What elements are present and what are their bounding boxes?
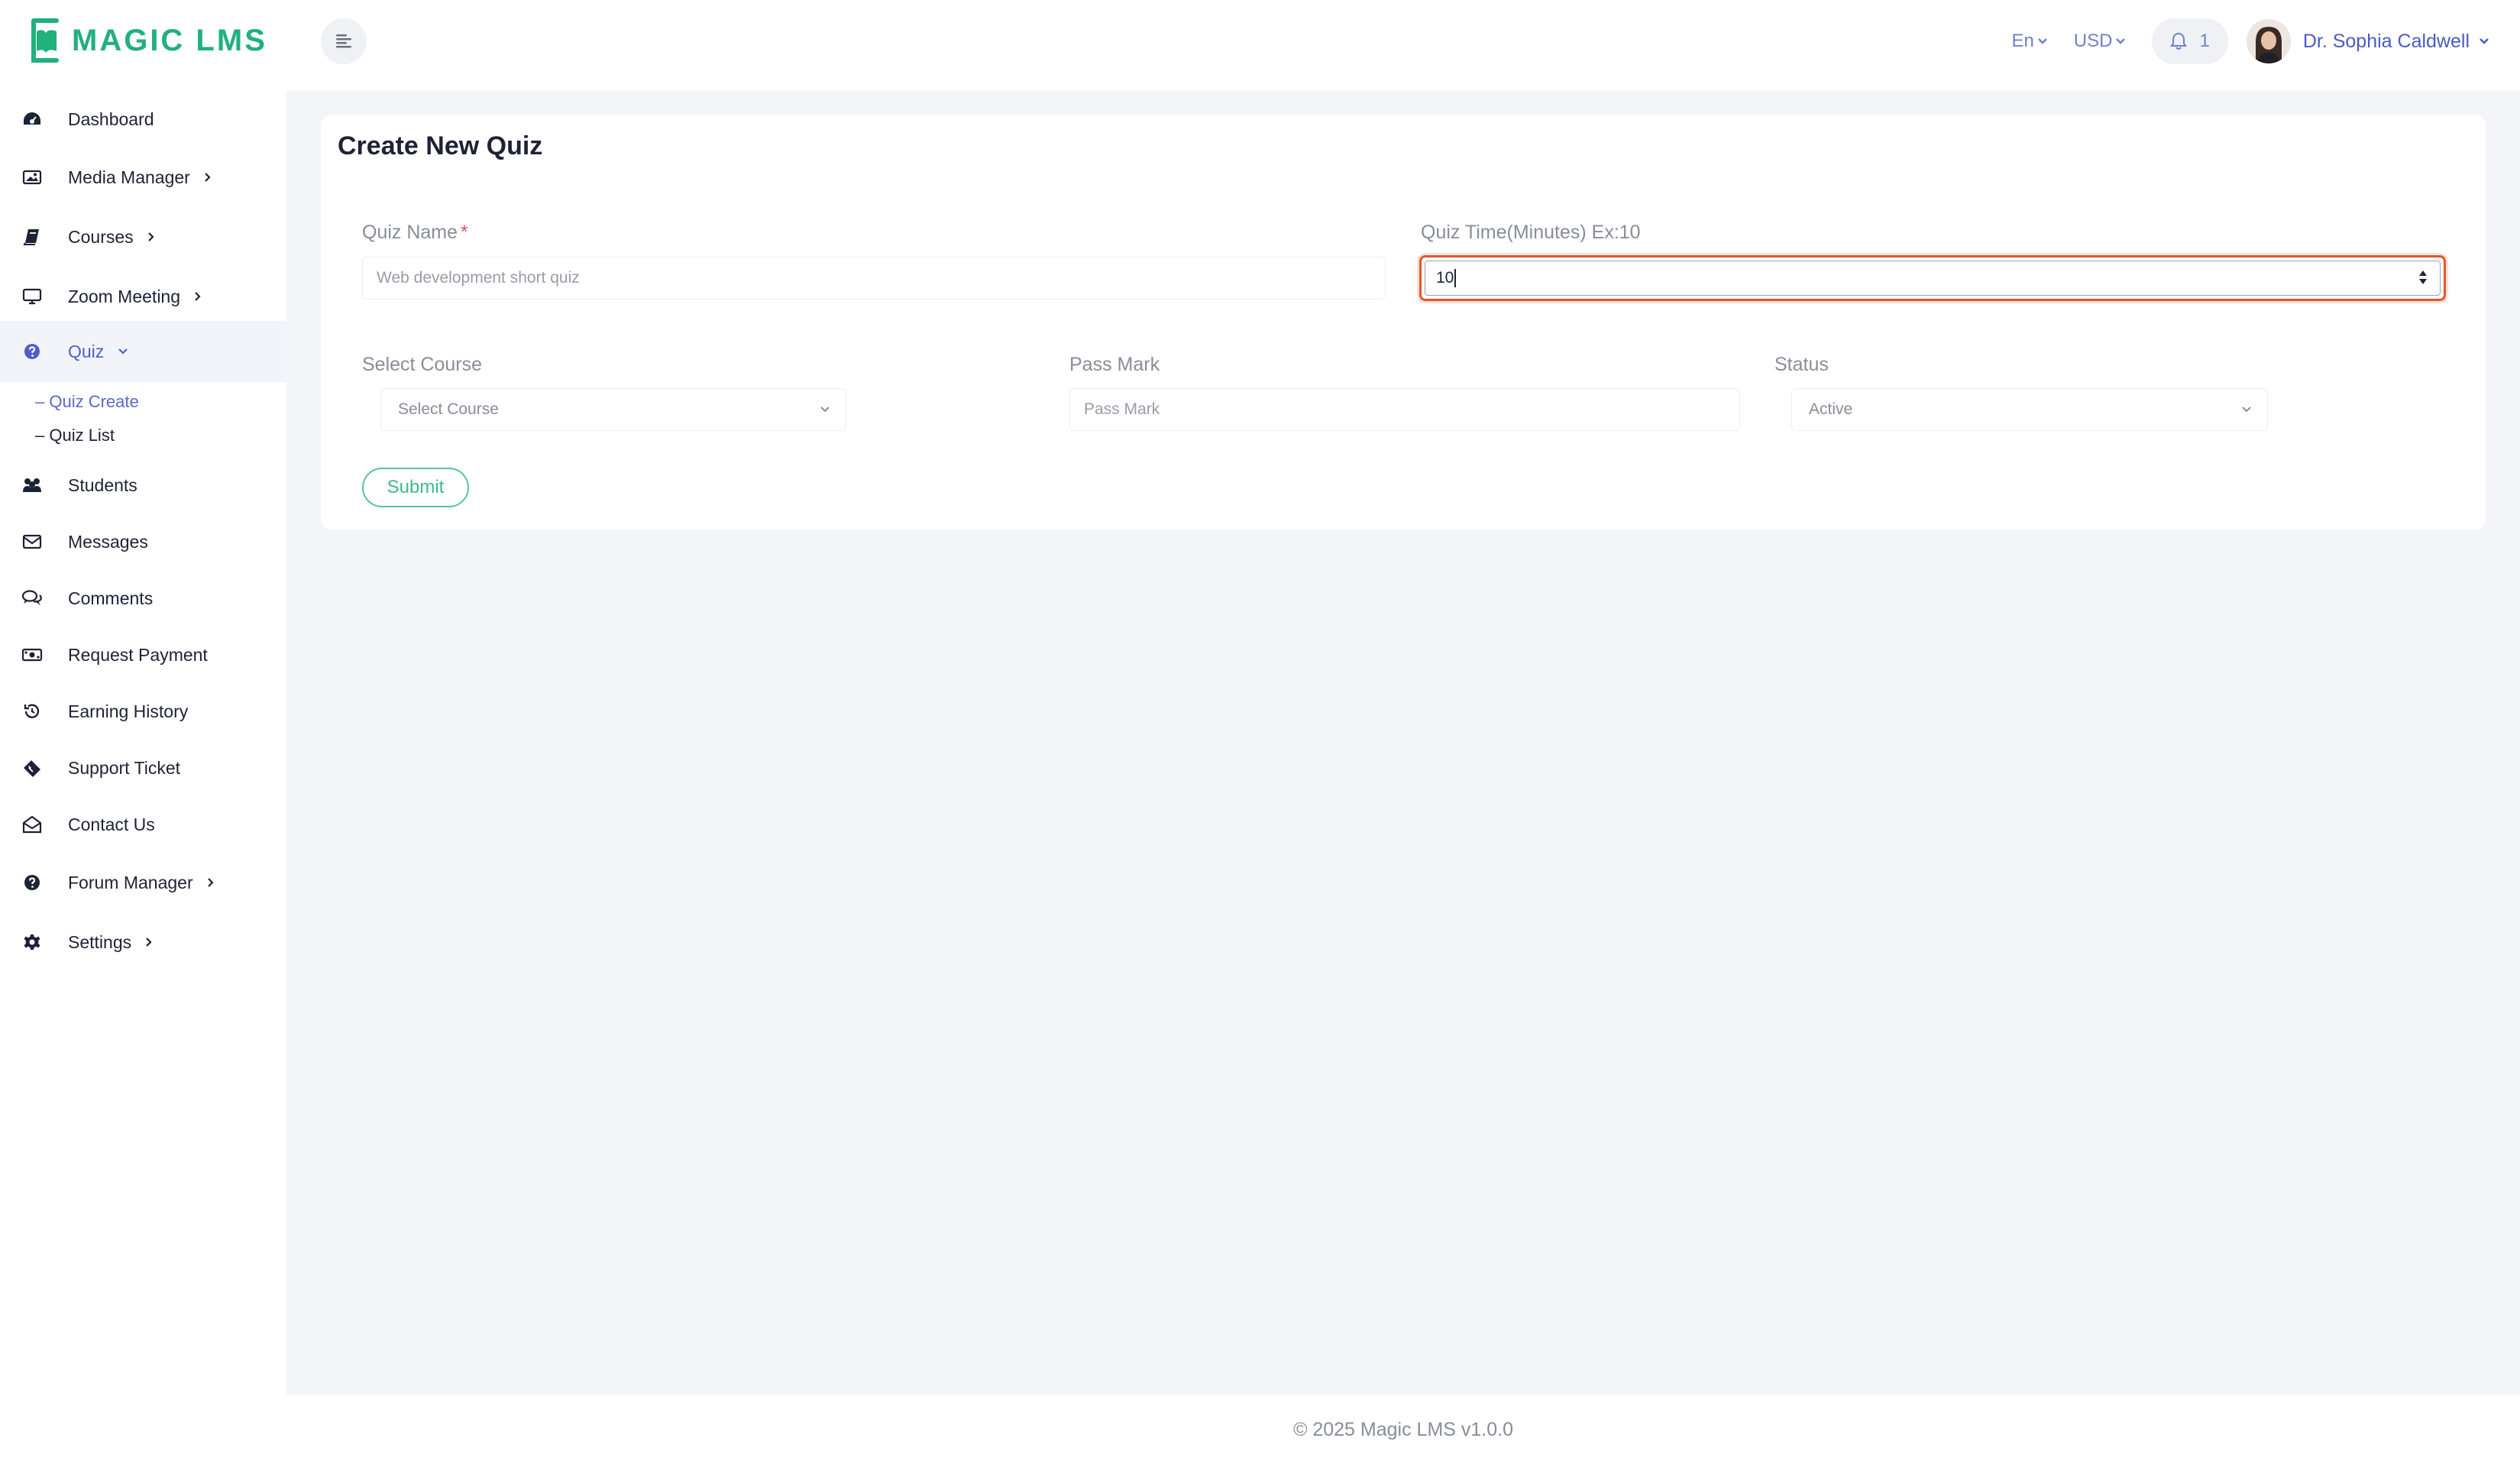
sidebar-item-label: Zoom Meeting bbox=[68, 286, 181, 306]
chevron-right-icon bbox=[207, 878, 214, 887]
top-header: MAGIC LMS En USD 1 Dr. Sophia Caldwell bbox=[0, 0, 2520, 90]
quiz-time-label: Quiz Time(Minutes) Ex:10 bbox=[1421, 222, 1641, 243]
chevron-down-icon bbox=[820, 406, 830, 413]
sidebar-item-forum-manager[interactable]: Forum Manager bbox=[0, 853, 286, 912]
course-select-value: Select Course bbox=[398, 400, 499, 418]
notifications-button[interactable]: 1 bbox=[2152, 18, 2228, 64]
required-mark: * bbox=[461, 222, 468, 243]
sidebar-item-students[interactable]: Students bbox=[0, 458, 286, 513]
spinner-arrows-icon[interactable] bbox=[2418, 268, 2428, 287]
sidebar-subitem-quiz-create[interactable]: – Quiz Create bbox=[35, 392, 139, 412]
status-label: Status bbox=[1774, 354, 1829, 375]
sidebar-item-label: Students bbox=[68, 475, 137, 495]
sidebar-item-label: Request Payment bbox=[68, 644, 208, 665]
image-icon bbox=[21, 167, 43, 188]
sidebar-item-label: Settings bbox=[68, 931, 132, 952]
copyright-text: © 2025 Magic LMS v1.0.0 bbox=[1292, 1418, 1513, 1440]
avatar bbox=[2246, 19, 2291, 63]
sidebar-item-label: Quiz bbox=[68, 341, 105, 361]
pass-mark-label: Pass Mark bbox=[1069, 354, 1160, 375]
footer: © 2025 Magic LMS v1.0.0 bbox=[286, 1395, 2520, 1464]
sidebar-item-settings[interactable]: Settings bbox=[0, 913, 286, 971]
chevron-right-icon bbox=[147, 232, 154, 241]
menu-toggle-button[interactable] bbox=[321, 18, 367, 64]
book-icon bbox=[21, 226, 43, 248]
sidebar-item-comments[interactable]: Comments bbox=[0, 571, 286, 626]
course-select[interactable]: Select Course bbox=[380, 388, 846, 431]
sidebar-subitem-quiz-list[interactable]: – Quiz List bbox=[35, 426, 115, 445]
sidebar-item-label: Messages bbox=[68, 531, 148, 552]
language-dropdown[interactable]: En bbox=[2011, 31, 2047, 52]
menu-lines-icon bbox=[336, 34, 351, 48]
money-icon bbox=[21, 644, 43, 666]
submit-button[interactable]: Submit bbox=[362, 468, 469, 507]
sidebar-item-earning-history[interactable]: Earning History bbox=[0, 684, 286, 739]
page-title: Create New Quiz bbox=[338, 131, 543, 160]
sidebar-item-media-manager[interactable]: Media Manager bbox=[0, 148, 286, 206]
language-value: En bbox=[2011, 31, 2034, 51]
sidebar-item-dashboard[interactable]: Dashboard bbox=[0, 90, 286, 148]
status-select[interactable]: Active bbox=[1791, 388, 2268, 431]
course-label: Select Course bbox=[362, 354, 483, 375]
pass-mark-input[interactable] bbox=[1069, 388, 1740, 431]
bell-icon bbox=[2170, 32, 2188, 50]
users-icon bbox=[21, 475, 43, 496]
ticket-icon bbox=[21, 757, 43, 779]
notification-count: 1 bbox=[2199, 31, 2210, 51]
quiz-name-input[interactable] bbox=[362, 257, 1386, 300]
sidebar: Dashboard Media Manager Courses Zoom Mee… bbox=[0, 90, 286, 1464]
chevron-down-icon bbox=[2242, 406, 2251, 413]
sidebar-item-request-payment[interactable]: Request Payment bbox=[0, 627, 286, 682]
question-circle-icon bbox=[21, 872, 43, 893]
sidebar-item-label: Support Ticket bbox=[68, 757, 181, 778]
sidebar-item-zoom-meeting[interactable]: Zoom Meeting bbox=[0, 267, 286, 326]
quiz-time-input[interactable]: 10 bbox=[1419, 255, 2446, 301]
chevron-down-icon bbox=[2480, 38, 2489, 44]
dashboard-icon bbox=[21, 109, 43, 130]
chevron-right-icon bbox=[195, 292, 201, 301]
envelope-icon bbox=[21, 531, 43, 552]
quiz-time-value: 10 bbox=[1436, 269, 1454, 287]
sidebar-item-label: Media Manager bbox=[68, 167, 190, 187]
status-select-value: Active bbox=[1809, 400, 1853, 418]
sidebar-item-label: Contact Us bbox=[68, 814, 155, 834]
sidebar-item-label: Dashboard bbox=[68, 109, 154, 129]
chevron-down-icon bbox=[118, 348, 128, 355]
brand-logo[interactable]: MAGIC LMS bbox=[26, 17, 267, 64]
sidebar-item-contact-us[interactable]: Contact Us bbox=[0, 797, 286, 852]
user-menu[interactable]: Dr. Sophia Caldwell bbox=[2246, 19, 2489, 63]
chevron-down-icon bbox=[2116, 38, 2126, 44]
sidebar-item-support-ticket[interactable]: Support Ticket bbox=[0, 740, 286, 795]
chevron-right-icon bbox=[205, 173, 211, 182]
history-icon bbox=[21, 701, 43, 722]
sidebar-item-label: Comments bbox=[68, 588, 154, 608]
currency-dropdown[interactable]: USD bbox=[2074, 31, 2127, 52]
sidebar-item-quiz[interactable]: Quiz bbox=[0, 321, 286, 382]
envelope-open-icon bbox=[21, 814, 43, 835]
logo-book-icon bbox=[26, 18, 64, 63]
text-caret bbox=[1454, 269, 1457, 287]
gear-icon bbox=[21, 931, 43, 953]
sidebar-item-label: Forum Manager bbox=[68, 872, 193, 892]
currency-value: USD bbox=[2073, 31, 2113, 51]
create-quiz-card: Create New Quiz Quiz Name* Quiz Time(Min… bbox=[321, 115, 2486, 530]
chevron-right-icon bbox=[146, 938, 152, 947]
brand-name: MAGIC LMS bbox=[72, 23, 267, 57]
quiz-name-label: Quiz Name * bbox=[362, 222, 468, 244]
quiz-name-label-text: Quiz Name bbox=[362, 222, 458, 243]
comments-icon bbox=[21, 588, 43, 609]
user-name: Dr. Sophia Caldwell bbox=[2302, 30, 2470, 52]
monitor-icon bbox=[21, 286, 43, 307]
sidebar-item-label: Courses bbox=[68, 226, 134, 247]
sidebar-item-label: Earning History bbox=[68, 701, 189, 721]
question-circle-icon bbox=[21, 341, 43, 362]
sidebar-item-messages[interactable]: Messages bbox=[0, 514, 286, 569]
sidebar-item-courses[interactable]: Courses bbox=[0, 208, 286, 266]
chevron-down-icon bbox=[2037, 38, 2047, 44]
